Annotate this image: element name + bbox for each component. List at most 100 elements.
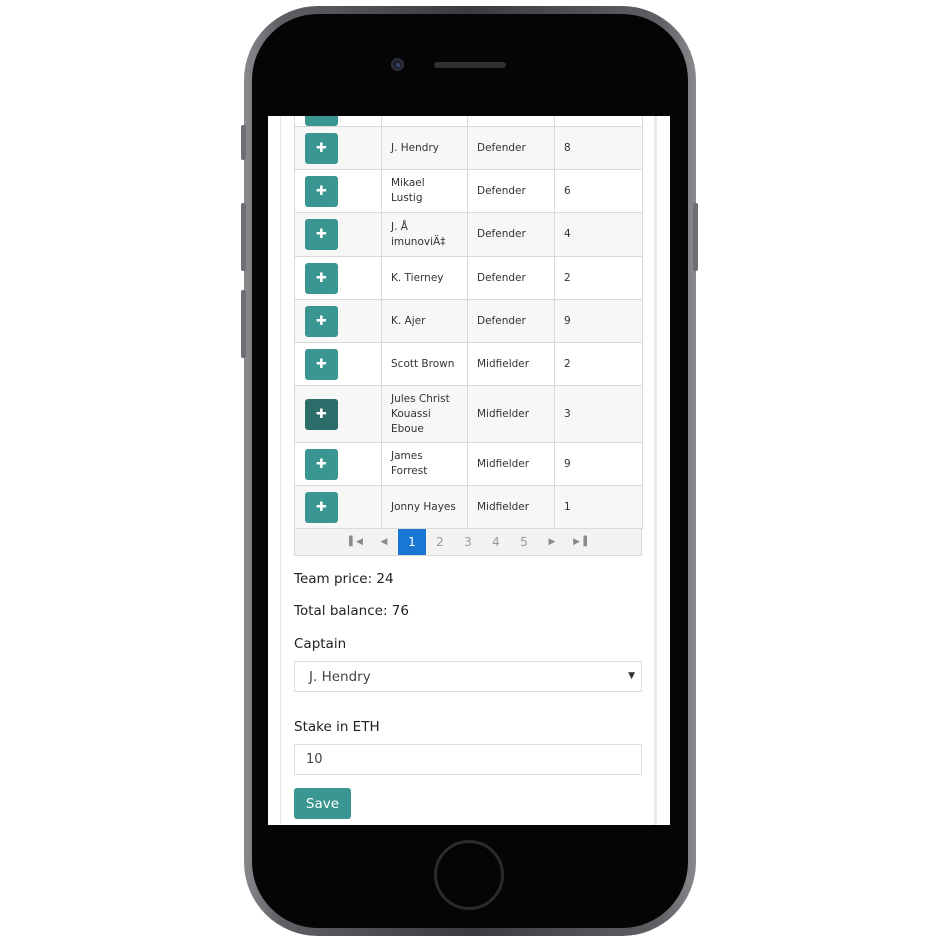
plus-icon: ✚ (316, 406, 327, 422)
player-price: 9 (554, 299, 643, 343)
first-page-icon[interactable]: ▌◀ (342, 529, 370, 555)
page-numbers: 12345 (398, 529, 538, 555)
table-row: ✚ Scott Brown Midfielder 2 (294, 342, 643, 386)
add-player-button[interactable]: ✚ (305, 262, 338, 294)
player-price: 2 (554, 256, 643, 300)
table-row: ✚ K. Tierney Defender 2 (294, 256, 643, 300)
table-row: ✚ K. Ajer Defender 9 (294, 299, 643, 343)
table-row: ✚ (294, 116, 643, 127)
table-row: ✚ J. Hendry Defender 8 (294, 126, 643, 170)
captain-label: Captain (294, 636, 347, 652)
player-name: Scott Brown (381, 342, 468, 386)
player-position (467, 116, 555, 127)
stake-input[interactable]: 10 (294, 744, 642, 775)
player-name (381, 116, 468, 127)
page-number[interactable]: 3 (454, 529, 482, 555)
table-row: ✚ Jules Christ Kouassi Eboue Midfielder 3 (294, 385, 643, 443)
last-page-icon[interactable]: ▶▐ (566, 529, 594, 555)
page-number[interactable]: 1 (398, 529, 426, 555)
table-row: ✚ J. Å imunoviÄ‡ Defender 4 (294, 212, 643, 257)
add-cell: ✚ (294, 299, 382, 343)
player-position: Defender (467, 256, 555, 300)
player-position: Defender (467, 126, 555, 170)
total-balance: Total balance: 76 (294, 603, 409, 619)
page-number[interactable]: 5 (510, 529, 538, 555)
next-page-icon[interactable]: ▶ (538, 529, 566, 555)
player-price: 3 (554, 385, 643, 443)
save-button[interactable]: Save (294, 788, 351, 819)
player-name: J. Hendry (381, 126, 468, 170)
plus-icon: ✚ (316, 356, 327, 372)
add-cell: ✚ (294, 116, 382, 127)
add-player-button[interactable]: ✚ (305, 132, 338, 164)
player-position: Midfielder (467, 485, 555, 529)
screen-divider-right (654, 116, 657, 825)
screen-divider-left (280, 116, 281, 825)
add-cell: ✚ (294, 256, 382, 300)
pagination: ▌◀ ◀ 12345 ▶ ▶▐ (294, 529, 642, 556)
player-price: 2 (554, 342, 643, 386)
player-position: Midfielder (467, 442, 555, 486)
player-name: Jules Christ Kouassi Eboue (381, 385, 468, 443)
add-cell: ✚ (294, 126, 382, 170)
players-table: ✚✚J. HendryDefender8✚Mikael LustigDefend… (294, 116, 643, 529)
plus-icon: ✚ (316, 140, 327, 156)
player-price: 1 (554, 485, 643, 529)
page-number[interactable]: 2 (426, 529, 454, 555)
player-price: 9 (554, 442, 643, 486)
player-position: Defender (467, 299, 555, 343)
table-row: ✚ James Forrest Midfielder 9 (294, 442, 643, 486)
add-cell: ✚ (294, 385, 382, 443)
player-name: K. Ajer (381, 299, 468, 343)
camera-icon (391, 58, 404, 71)
team-price: Team price: 24 (294, 571, 394, 587)
speaker-grille (434, 62, 506, 68)
volume-up-button (241, 203, 246, 271)
home-button[interactable] (434, 840, 504, 910)
player-name: Mikael Lustig (381, 169, 468, 213)
plus-icon: ✚ (316, 499, 327, 515)
player-position: Defender (467, 212, 555, 257)
plus-icon: ✚ (316, 313, 327, 329)
player-position: Midfielder (467, 342, 555, 386)
add-player-button[interactable]: ✚ (305, 175, 338, 207)
player-name: K. Tierney (381, 256, 468, 300)
dropdown-caret-icon: ▼ (628, 671, 635, 681)
player-position: Defender (467, 169, 555, 213)
player-price: 6 (554, 169, 643, 213)
add-player-button[interactable]: ✚ (305, 491, 338, 523)
player-position: Midfielder (467, 385, 555, 443)
player-name: Jonny Hayes (381, 485, 468, 529)
add-cell: ✚ (294, 169, 382, 213)
add-cell: ✚ (294, 212, 382, 257)
add-player-button[interactable]: ✚ (305, 219, 338, 250)
phone-screen: ✚✚J. HendryDefender8✚Mikael LustigDefend… (268, 116, 670, 825)
player-price (554, 116, 643, 127)
prev-page-icon[interactable]: ◀ (370, 529, 398, 555)
add-cell: ✚ (294, 442, 382, 486)
mute-switch (241, 125, 246, 160)
player-price: 8 (554, 126, 643, 170)
table-row: ✚ Jonny Hayes Midfielder 1 (294, 485, 643, 529)
player-price: 4 (554, 212, 643, 257)
plus-icon: ✚ (316, 183, 327, 199)
stake-label: Stake in ETH (294, 719, 380, 735)
plus-icon: ✚ (316, 456, 327, 472)
table-row: ✚ Mikael Lustig Defender 6 (294, 169, 643, 213)
add-player-button[interactable]: ✚ (305, 398, 338, 430)
captain-select[interactable]: J. Hendry ▼ (294, 661, 642, 692)
add-cell: ✚ (294, 485, 382, 529)
stake-input-value: 10 (306, 752, 323, 767)
add-player-button[interactable]: ✚ (305, 116, 338, 126)
plus-icon: ✚ (316, 227, 327, 242)
add-player-button[interactable]: ✚ (305, 305, 338, 337)
add-cell: ✚ (294, 342, 382, 386)
power-button (693, 203, 698, 271)
volume-down-button (241, 290, 246, 358)
add-player-button[interactable]: ✚ (305, 348, 338, 380)
add-player-button[interactable]: ✚ (305, 448, 338, 480)
player-name: James Forrest (381, 442, 468, 486)
page-number[interactable]: 4 (482, 529, 510, 555)
plus-icon: ✚ (316, 116, 327, 117)
captain-selected-value: J. Hendry (309, 668, 371, 685)
